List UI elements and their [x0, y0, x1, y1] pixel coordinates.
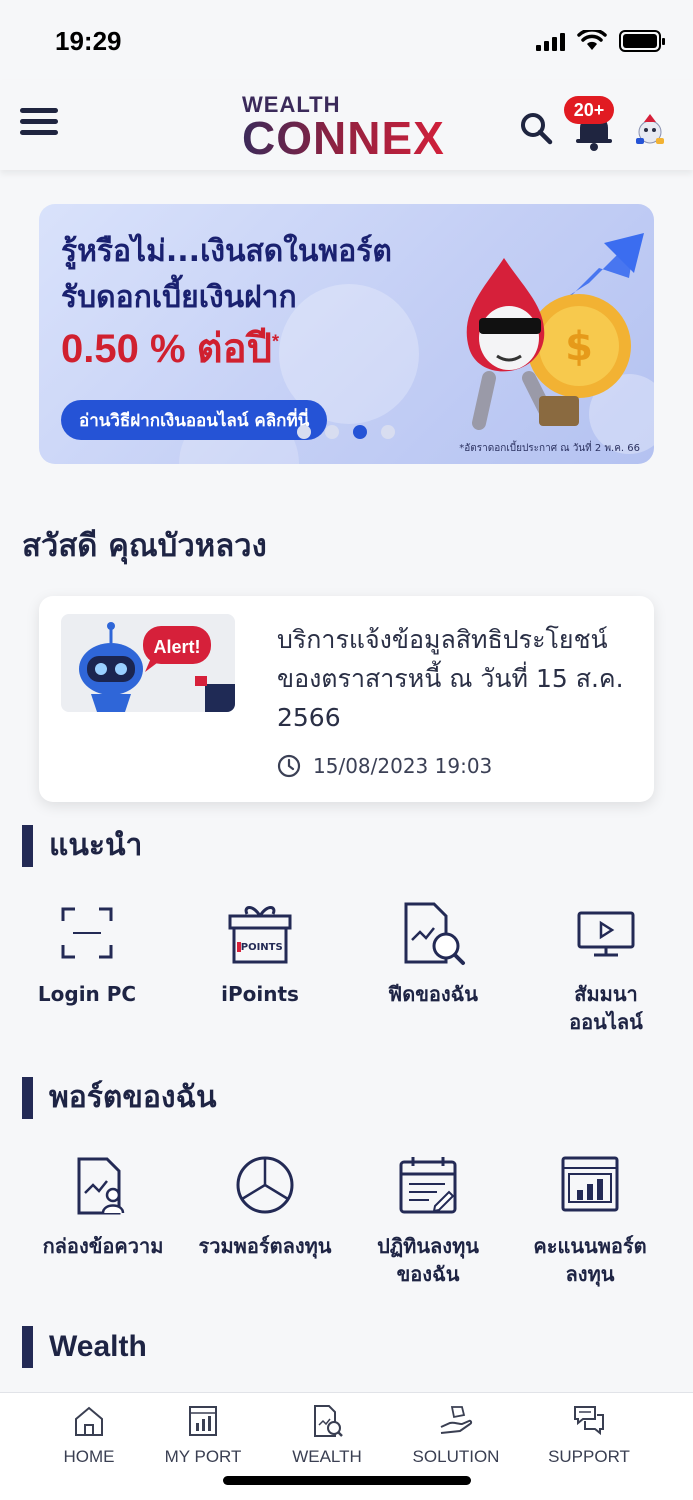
greeting-text: สวัสดี คุณบัวหลวง	[22, 528, 267, 564]
news-title: บริการแจ้งข้อมูลสิทธิประโยชน์ของตราสารหน…	[277, 625, 624, 732]
tile-inbox[interactable]: กล่องข้อความ	[18, 1150, 188, 1260]
calendar-icon	[399, 1157, 457, 1214]
news-card[interactable]: Alert! บริการแจ้งข้อมูลสิทธิประโยชน์ของต…	[39, 596, 654, 802]
wealth-section-header: Wealth	[22, 1326, 147, 1368]
solution-icon	[440, 1406, 473, 1434]
home-indicator	[223, 1476, 471, 1485]
nav-label: SOLUTION	[412, 1447, 500, 1466]
nav-home[interactable]: HOME	[24, 1403, 154, 1467]
nav-wealth[interactable]: WEALTH	[262, 1403, 392, 1467]
robot-alert-illustration: Alert!	[79, 622, 235, 712]
thumb-alert-text: Alert!	[153, 637, 200, 657]
tile-ipoints[interactable]: iPOINTS iPoints	[175, 898, 345, 1008]
mascot-coin-illustration: $	[466, 233, 644, 430]
nav-my-port[interactable]: MY PORT	[138, 1403, 268, 1467]
feed-icon	[404, 902, 465, 965]
news-timestamp-text: 15/08/2023 19:03	[313, 754, 493, 778]
carousel-indicator[interactable]	[297, 425, 395, 439]
signal-icon	[536, 31, 565, 51]
nav-label: WEALTH	[292, 1447, 362, 1466]
gift-icon: iPOINTS	[228, 906, 292, 964]
tile-online-seminar[interactable]: สัมมนา ออนไลน์	[521, 898, 691, 1036]
tile-label: สัมมนา ออนไลน์	[569, 982, 643, 1034]
news-timestamp: 15/08/2023 19:03	[277, 754, 492, 778]
nav-label: SUPPORT	[548, 1447, 630, 1466]
support-icon	[574, 1406, 604, 1436]
recommend-section-header: แนะนำ	[22, 822, 142, 869]
news-thumbnail: Alert!	[61, 614, 235, 712]
logo-bottom-text: CONNEX	[242, 115, 452, 161]
tile-portfolio-score[interactable]: คะแนนพอร์ต ลงทุน	[505, 1150, 675, 1288]
app-header: WEALTH CONNEX 20+	[0, 80, 693, 170]
menu-button[interactable]	[20, 108, 58, 140]
search-icon[interactable]	[518, 110, 554, 146]
inbox-icon	[77, 1157, 125, 1215]
notification-badge: 20+	[564, 96, 614, 124]
app-logo: WEALTH CONNEX	[242, 94, 452, 162]
tile-portfolio-summary[interactable]: รวมพอร์ตลงทุน	[180, 1150, 350, 1260]
tile-label: ฟีดของฉัน	[388, 982, 478, 1006]
svg-text:$: $	[565, 324, 593, 370]
nav-label: MY PORT	[164, 1447, 242, 1466]
carousel-dot[interactable]	[381, 425, 395, 439]
tile-my-feed[interactable]: ฟีดของฉัน	[348, 898, 518, 1008]
status-time: 19:29	[55, 26, 122, 56]
status-bar: 19:29	[0, 0, 693, 80]
battery-icon	[619, 30, 665, 52]
recommend-section-title: แนะนำ	[49, 828, 143, 863]
nav-label: HOME	[63, 1447, 115, 1466]
carousel-dot[interactable]	[297, 425, 311, 439]
nav-support[interactable]: SUPPORT	[524, 1403, 654, 1467]
scan-icon	[61, 907, 113, 959]
section-accent-bar	[22, 1326, 33, 1368]
carousel-dot[interactable]	[325, 425, 339, 439]
my-port-icon	[189, 1406, 217, 1436]
wifi-icon	[577, 30, 607, 50]
tile-label: คะแนนพอร์ต ลงทุน	[533, 1234, 647, 1286]
clock-icon	[277, 754, 301, 778]
home-icon	[75, 1406, 103, 1436]
section-accent-bar	[22, 1076, 33, 1119]
banner-rate: 0.50 % ต่อปี*	[61, 327, 280, 371]
svg-text:iPOINTS: iPOINTS	[237, 942, 282, 953]
seminar-icon	[577, 911, 635, 957]
wealth-icon	[314, 1405, 343, 1437]
avatar[interactable]	[630, 110, 670, 150]
tile-label: Login PC	[37, 982, 137, 1006]
wealth-section-title: Wealth	[49, 1330, 147, 1363]
banner-footnote: *อัตราดอกเบี้ยประกาศ ณ วันที่ 2 พ.ค. 66	[459, 443, 640, 454]
tile-label: กล่องข้อความ	[42, 1234, 164, 1258]
banner-headline: รู้หรือไม่...เงินสดในพอร์ต	[61, 234, 392, 269]
carousel-dot-active[interactable]	[353, 425, 367, 439]
score-icon	[561, 1156, 619, 1212]
section-accent-bar	[22, 824, 33, 867]
tile-label: iPoints	[221, 982, 299, 1006]
tile-label: ปฏิทินลงทุน ของฉัน	[377, 1234, 479, 1286]
myport-section-title: พอร์ตของฉัน	[49, 1080, 217, 1115]
tile-label: รวมพอร์ตลงทุน	[198, 1234, 332, 1258]
banner-subheadline: รับดอกเบี้ยเงินฝาก	[61, 280, 297, 315]
status-icons	[536, 30, 665, 52]
tile-login-pc[interactable]: Login PC	[2, 898, 172, 1008]
tile-investment-calendar[interactable]: ปฏิทินลงทุน ของฉัน	[343, 1150, 513, 1288]
banner-cta-button[interactable]: อ่านวิธีฝากเงินออนไลน์ คลิกที่นี่	[61, 400, 328, 440]
nav-solution[interactable]: SOLUTION	[391, 1403, 521, 1467]
banner-rate-footnote-mark: *	[272, 331, 280, 352]
pie-chart-icon	[236, 1156, 294, 1214]
myport-section-header: พอร์ตของฉัน	[22, 1074, 217, 1121]
